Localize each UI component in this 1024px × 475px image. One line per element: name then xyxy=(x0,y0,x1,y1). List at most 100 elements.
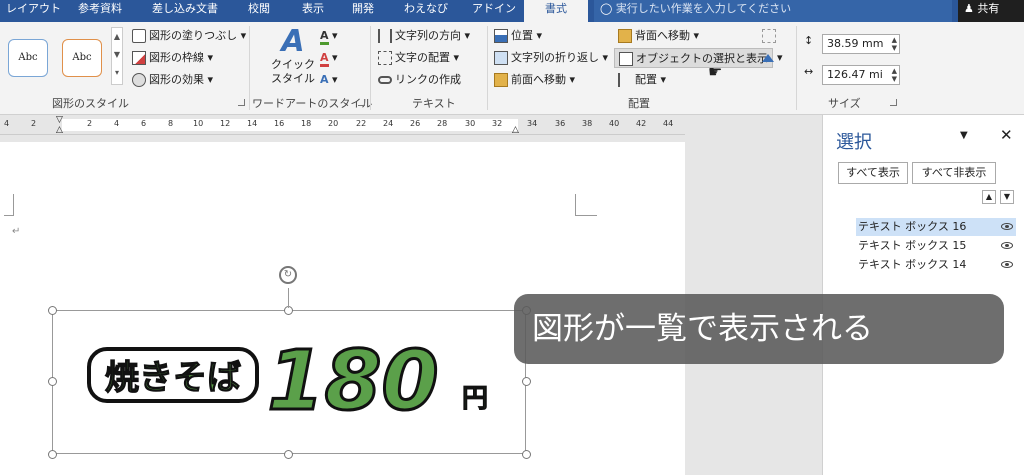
width-spinner-icon[interactable]: ▲ ▼ xyxy=(892,67,897,83)
divider xyxy=(249,26,250,110)
shape-effects-button[interactable]: 図形の効果 ▾ xyxy=(132,70,213,90)
ruler-tick: 32 xyxy=(492,119,503,128)
ruler-tick: 36 xyxy=(555,119,566,128)
tab-addins[interactable]: アドイン xyxy=(472,0,516,22)
style-gallery-scroll[interactable]: ▲ ▼ ▾ xyxy=(111,27,123,85)
visibility-eye-icon[interactable] xyxy=(1001,223,1013,230)
tab-mailings[interactable]: 差し込み文書 xyxy=(152,0,218,22)
group-objects-button[interactable] xyxy=(762,26,779,46)
ruler-tick: 24 xyxy=(383,119,394,128)
list-item[interactable]: テキスト ボックス 16 xyxy=(856,218,1016,236)
ruler-tick: 40 xyxy=(609,119,620,128)
shape-outline-button[interactable]: 図形の枠線 ▾ xyxy=(132,48,213,68)
visibility-eye-icon[interactable] xyxy=(1001,242,1013,249)
list-item[interactable]: テキスト ボックス 14 xyxy=(856,256,1016,274)
ruler-tick: 2 xyxy=(87,119,93,128)
quick-styles-button[interactable]: A クイック スタイル xyxy=(268,26,318,92)
text-outline-icon: A xyxy=(320,51,329,67)
shape-style-blue[interactable]: Abc xyxy=(8,39,48,77)
hanging-indent-marker-icon[interactable]: △ xyxy=(56,125,63,135)
position-button[interactable]: 位置 ▾ xyxy=(494,26,542,46)
resize-handle-left[interactable] xyxy=(48,377,57,386)
quick-styles-label-1: クイック xyxy=(271,58,315,71)
send-backward-icon xyxy=(618,29,632,43)
rotate-handle-icon[interactable]: ↻ xyxy=(279,266,297,284)
resize-handle-bottom-right[interactable] xyxy=(522,450,531,459)
selection-pane-button[interactable]: オブジェクトの選択と表示 xyxy=(614,48,773,68)
move-down-icon[interactable]: ▼ xyxy=(1000,190,1014,204)
ruler-tick: 20 xyxy=(328,119,339,128)
tab-references[interactable]: 参考資料 xyxy=(78,0,122,22)
ruler-tick: 28 xyxy=(437,119,448,128)
text-effects-icon: A xyxy=(320,73,329,86)
height-spinner-icon[interactable]: ▲ ▼ xyxy=(892,36,897,52)
align-button[interactable]: 配置 ▾ xyxy=(618,70,666,90)
move-up-icon[interactable]: ▲ xyxy=(982,190,996,204)
yakisoba-text: 焼きそば xyxy=(105,358,241,398)
close-icon[interactable]: ✕ xyxy=(1000,126,1013,144)
text-direction-icon xyxy=(378,29,392,43)
list-item[interactable]: テキスト ボックス 15 xyxy=(856,237,1016,255)
shape-effects-icon xyxy=(132,73,146,87)
resize-handle-bottom[interactable] xyxy=(284,450,293,459)
pane-options-icon[interactable]: ▼ xyxy=(960,130,968,141)
ruler-tick: 18 xyxy=(301,119,312,128)
shape-styles-launcher-icon[interactable] xyxy=(238,99,245,106)
show-all-button[interactable]: すべて表示 xyxy=(838,162,908,184)
ruler-tick: 12 xyxy=(220,119,231,128)
ruler-tick: 14 xyxy=(247,119,258,128)
share-label: 共有 xyxy=(977,2,1000,15)
link-icon xyxy=(378,76,392,84)
text-outline-button[interactable]: A ▾ xyxy=(320,48,338,68)
shape-style-orange[interactable]: Abc xyxy=(62,39,102,77)
align-text-button[interactable]: 文字の配置 ▾ xyxy=(378,48,459,68)
wrap-text-icon xyxy=(494,51,508,65)
resize-handle-bottom-left[interactable] xyxy=(48,450,57,459)
width-input[interactable]: 126.47 mi ▲ ▼ xyxy=(822,65,900,85)
selection-pane-icon xyxy=(619,52,633,66)
yen-text: 円 xyxy=(462,384,488,414)
ruler-active-area xyxy=(62,119,518,131)
wrap-text-button[interactable]: 文字列の折り返し ▾ xyxy=(494,48,608,68)
tab-developer[interactable]: 開発 xyxy=(352,0,374,22)
selected-textbox[interactable]: 焼きそば 180 円 xyxy=(52,310,526,454)
height-input[interactable]: 38.59 mm ▲ ▼ xyxy=(822,34,900,54)
ruler-tick: 34 xyxy=(527,119,538,128)
bring-forward-button[interactable]: 前面へ移動 ▾ xyxy=(494,70,575,90)
wordart-launcher-icon[interactable] xyxy=(358,99,365,106)
text-effects-button[interactable]: A ▾ xyxy=(320,70,338,90)
height-icon: ↕ xyxy=(804,34,814,47)
text-direction-button[interactable]: 文字列の方向 ▾ xyxy=(378,26,470,46)
tab-waenavi[interactable]: わえなび xyxy=(404,0,448,22)
tab-layout[interactable]: レイアウト xyxy=(6,0,61,22)
visibility-eye-icon[interactable] xyxy=(1001,261,1013,268)
ruler-tick: 6 xyxy=(141,119,147,128)
ruler-tick: 38 xyxy=(582,119,593,128)
person-icon: ♟ xyxy=(964,2,974,15)
group-label-text: テキスト xyxy=(412,97,456,110)
right-indent-marker-icon[interactable]: △ xyxy=(512,125,519,135)
share-button[interactable]: ♟ 共有 xyxy=(958,0,1024,22)
tell-me-text: 実行したい作業を入力してください xyxy=(615,2,792,15)
create-link-button[interactable]: リンクの作成 xyxy=(378,70,461,90)
resize-handle-right[interactable] xyxy=(522,377,531,386)
text-fill-button[interactable]: A ▾ xyxy=(320,26,338,46)
paint-bucket-icon xyxy=(132,29,146,43)
ruler-tick: 4 xyxy=(4,119,10,128)
size-launcher-icon[interactable] xyxy=(890,99,897,106)
shape-fill-button[interactable]: 図形の塗りつぶし ▾ xyxy=(132,26,246,46)
divider xyxy=(370,26,371,110)
tab-format[interactable]: 書式 xyxy=(524,0,588,22)
tell-me-search[interactable]: ◯ 実行したい作業を入力してください xyxy=(594,0,952,22)
hide-all-button[interactable]: すべて非表示 xyxy=(912,162,996,184)
ruler-tick: 10 xyxy=(193,119,204,128)
tab-view[interactable]: 表示 xyxy=(302,0,324,22)
group-label-size: サイズ xyxy=(828,97,861,110)
group-label-arrange: 配置 xyxy=(628,97,650,110)
send-backward-button[interactable]: 背面へ移動 ▾ xyxy=(618,26,699,46)
tab-review[interactable]: 校閲 xyxy=(248,0,270,22)
resize-handle-top-left[interactable] xyxy=(48,306,57,315)
rotate-button[interactable]: ▾ xyxy=(762,48,783,68)
first-line-indent-marker-icon[interactable]: ▽ xyxy=(56,115,63,125)
group-label-wordart: ワードアートのスタイル xyxy=(252,97,373,110)
